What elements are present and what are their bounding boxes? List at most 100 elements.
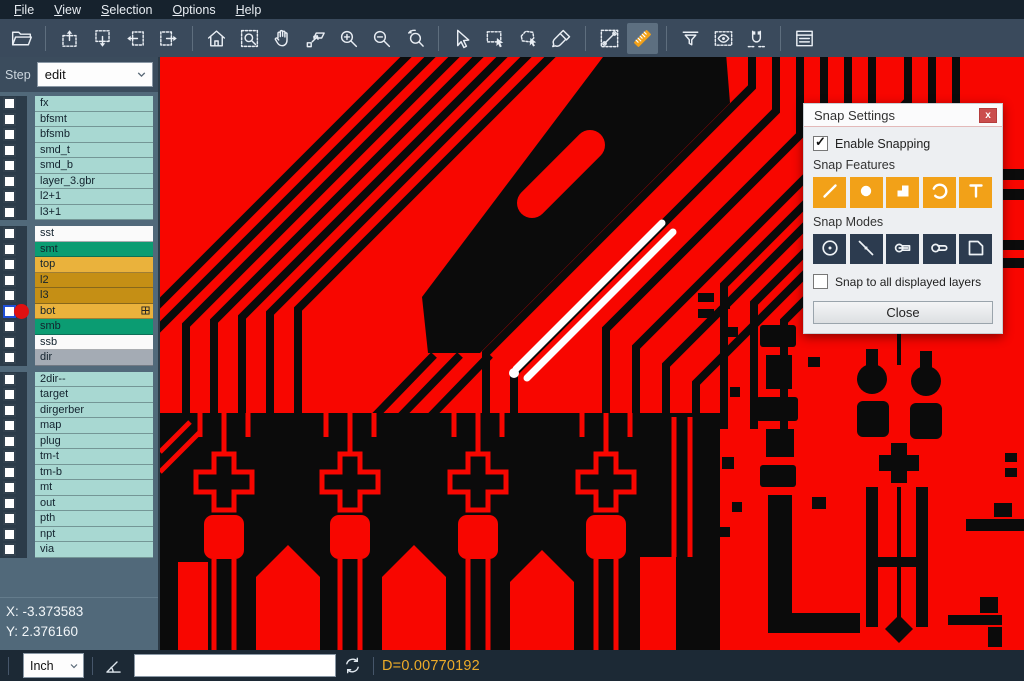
snap-slot-axis-button[interactable] (886, 234, 919, 264)
layer-visibility-checkbox[interactable] (3, 97, 16, 110)
layer-row-fx[interactable]: fx (0, 96, 158, 112)
layer-visibility-checkbox[interactable] (3, 388, 16, 401)
layer-visibility-checkbox[interactable] (3, 320, 16, 333)
layer-visibility-checkbox[interactable] (3, 512, 16, 525)
layer-label[interactable]: via (35, 542, 153, 558)
angle-measure-icon[interactable] (103, 655, 124, 676)
layer-visibility-checkbox[interactable] (3, 190, 16, 203)
pan-up-button[interactable] (54, 23, 85, 54)
enable-snapping-checkbox[interactable] (813, 136, 828, 151)
layer-label[interactable]: smb (35, 319, 153, 335)
layer-row-l3+1[interactable]: l3+1 (0, 205, 158, 221)
brush-button[interactable] (546, 23, 577, 54)
measure-span-button[interactable] (594, 23, 625, 54)
layer-visibility-checkbox[interactable] (3, 113, 16, 126)
layer-label[interactable]: fx (35, 96, 153, 112)
home-view-button[interactable] (201, 23, 232, 54)
layer-row-l2[interactable]: l2 (0, 273, 158, 289)
layer-visibility-checkbox[interactable] (3, 336, 16, 349)
layer-visibility-checkbox[interactable] (3, 497, 16, 510)
layer-row-2dir--[interactable]: 2dir-- (0, 372, 158, 388)
snap-line-button[interactable] (813, 177, 846, 208)
layer-row-sst[interactable]: sst (0, 226, 158, 242)
layer-row-tm-b[interactable]: tm-b (0, 465, 158, 481)
layer-visibility-checkbox[interactable] (3, 128, 16, 141)
snap-closest-point-button[interactable] (850, 234, 883, 264)
layer-label[interactable]: layer_3.gbr (35, 174, 153, 190)
layer-row-ssb[interactable]: ssb (0, 335, 158, 351)
layer-visibility-checkbox[interactable] (3, 175, 16, 188)
layer-visibility-checkbox[interactable] (3, 289, 16, 302)
layer-visibility-checkbox[interactable] (3, 159, 16, 172)
layer-label[interactable]: out (35, 496, 153, 512)
layer-label[interactable]: dirgerber (35, 403, 153, 419)
layer-label[interactable]: smt (35, 242, 153, 258)
layer-row-smd_t[interactable]: smd_t (0, 143, 158, 159)
layer-row-bfsmt[interactable]: bfsmt (0, 112, 158, 128)
layer-visibility-checkbox[interactable] (3, 435, 16, 448)
layer-label[interactable]: smd_t (35, 143, 153, 159)
layer-row-tm-t[interactable]: tm-t (0, 449, 158, 465)
layer-visibility-checkbox[interactable] (3, 258, 16, 271)
layer-label[interactable]: top (35, 257, 153, 273)
layer-visibility-checkbox[interactable] (3, 481, 16, 494)
menu-help[interactable]: Help (226, 2, 272, 18)
layer-row-plug[interactable]: plug (0, 434, 158, 450)
snap-polygon-corner-button[interactable] (959, 234, 992, 264)
dialog-close-button[interactable]: x (979, 108, 997, 123)
polygon-select-button[interactable] (513, 23, 544, 54)
dialog-titlebar[interactable]: Snap Settings x (804, 104, 1002, 127)
magnet-snap-button[interactable] (741, 23, 772, 54)
layer-row-smt[interactable]: smt (0, 242, 158, 258)
layer-label[interactable]: bfsmb (35, 127, 153, 143)
layer-label[interactable]: tm-b (35, 465, 153, 481)
enable-snapping-row[interactable]: Enable Snapping (813, 136, 993, 151)
snap-all-layers-checkbox[interactable] (813, 274, 828, 289)
snap-surface-button[interactable] (886, 177, 919, 208)
layer-row-top[interactable]: top (0, 257, 158, 273)
filter-button[interactable] (675, 23, 706, 54)
layer-row-pth[interactable]: pth (0, 511, 158, 527)
snap-all-layers-row[interactable]: Snap to all displayed layers (813, 274, 993, 289)
layer-label[interactable]: sst (35, 226, 153, 242)
unit-select[interactable]: Inch (23, 653, 84, 678)
layer-visibility-checkbox[interactable] (3, 144, 16, 157)
layer-visibility-checkbox[interactable] (3, 351, 16, 364)
layer-visibility-checkbox[interactable] (3, 419, 16, 432)
layer-label[interactable]: bfsmt (35, 112, 153, 128)
layer-row-via[interactable]: via (0, 542, 158, 558)
layer-row-bot[interactable]: bot (0, 304, 158, 320)
layer-visibility-checkbox[interactable] (3, 404, 16, 417)
zoom-region-button[interactable] (234, 23, 265, 54)
menu-options[interactable]: Options (162, 2, 225, 18)
layer-row-layer_3.gbr[interactable]: layer_3.gbr (0, 174, 158, 190)
layer-label[interactable]: l3 (35, 288, 153, 304)
layer-label[interactable]: smd_b (35, 158, 153, 174)
snap-center-button[interactable] (813, 234, 846, 264)
layer-visibility-checkbox[interactable] (3, 450, 16, 463)
layer-row-bfsmb[interactable]: bfsmb (0, 127, 158, 143)
snap-arc-button[interactable] (923, 177, 956, 208)
layer-label[interactable]: pth (35, 511, 153, 527)
step-select[interactable]: edit (37, 62, 153, 87)
menu-view[interactable]: View (44, 2, 91, 18)
layer-row-dir[interactable]: dir (0, 350, 158, 366)
layer-row-npt[interactable]: npt (0, 527, 158, 543)
layer-label[interactable]: bot (35, 304, 153, 320)
layer-label[interactable]: dir (35, 350, 153, 366)
pan-down-button[interactable] (87, 23, 118, 54)
measure-input[interactable] (134, 654, 336, 677)
layer-row-dirgerber[interactable]: dirgerber (0, 403, 158, 419)
layer-visibility-checkbox[interactable] (3, 274, 16, 287)
move-view-button[interactable] (300, 23, 331, 54)
zoom-in-button[interactable] (333, 23, 364, 54)
layer-label[interactable]: tm-t (35, 449, 153, 465)
snap-text-button[interactable] (959, 177, 992, 208)
snap-pad-button[interactable] (850, 177, 883, 208)
layer-row-map[interactable]: map (0, 418, 158, 434)
layer-label[interactable]: plug (35, 434, 153, 450)
layer-visibility-checkbox[interactable] (3, 206, 16, 219)
layer-label[interactable]: ssb (35, 335, 153, 351)
select-arrow-button[interactable] (447, 23, 478, 54)
layer-row-l3[interactable]: l3 (0, 288, 158, 304)
